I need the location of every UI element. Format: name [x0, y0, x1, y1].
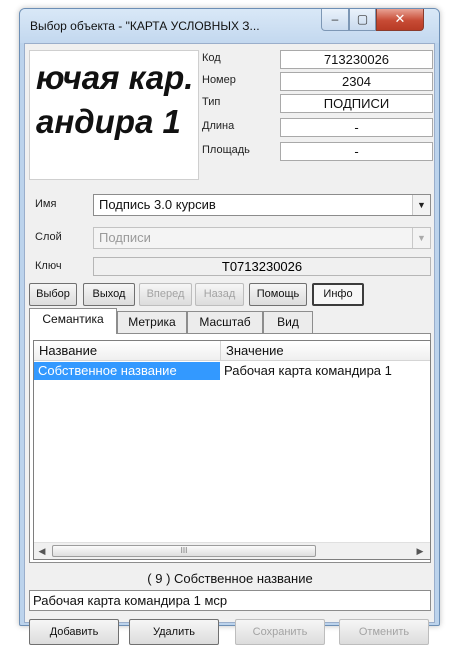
- table-header: Название Значение: [34, 341, 430, 361]
- tab-metrics[interactable]: Метрика: [117, 311, 187, 334]
- length-value: -: [280, 118, 433, 137]
- row-value-cell[interactable]: Рабочая карта командира 1: [224, 362, 392, 380]
- close-button[interactable]: ✕: [376, 9, 424, 31]
- scroll-left-icon[interactable]: ◀: [36, 545, 48, 557]
- exit-button[interactable]: Выход: [83, 283, 135, 306]
- length-label: Длина: [202, 120, 235, 132]
- key-label: Ключ: [35, 260, 62, 272]
- dropdown-arrow-icon[interactable]: ▼: [412, 228, 430, 248]
- save-button[interactable]: Сохранить: [235, 619, 325, 645]
- name-combobox[interactable]: Подпись 3.0 курсив ▼: [93, 194, 431, 216]
- layer-combobox[interactable]: Подписи ▼: [93, 227, 431, 249]
- dropdown-arrow-icon[interactable]: ▼: [412, 195, 430, 215]
- scrollbar-thumb[interactable]: III: [52, 545, 316, 557]
- row-name-cell[interactable]: Собственное название: [34, 362, 220, 380]
- area-label: Площадь: [202, 144, 250, 156]
- title-bar[interactable]: Выбор объекта - "КАРТА УСЛОВНЫХ З... – ▢…: [20, 9, 439, 43]
- back-button[interactable]: Назад: [195, 283, 244, 306]
- dialog-client-area: ючая кар. андира 1 Код 713230026 Номер 2…: [24, 43, 435, 645]
- forward-button[interactable]: Вперед: [139, 283, 192, 306]
- selected-attribute-caption: ( 9 ) Собственное название: [147, 571, 313, 586]
- minimize-button[interactable]: –: [321, 9, 349, 31]
- table-row[interactable]: Собственное название Рабочая карта коман…: [34, 362, 430, 380]
- preview-line-1: ючая кар.: [36, 59, 194, 96]
- horizontal-scrollbar[interactable]: ◀ III ▶: [34, 542, 430, 559]
- type-label: Тип: [202, 96, 221, 108]
- info-button[interactable]: Инфо: [312, 283, 364, 306]
- key-value: T0713230026: [93, 257, 431, 276]
- name-combobox-value: Подпись 3.0 курсив: [99, 197, 216, 212]
- number-value: 2304: [280, 72, 433, 91]
- code-value: 713230026: [280, 50, 433, 69]
- layer-combobox-value: Подписи: [99, 230, 151, 245]
- column-header-name[interactable]: Название: [34, 341, 221, 361]
- layer-label: Слой: [35, 231, 62, 243]
- number-label: Номер: [202, 74, 236, 86]
- attribute-value-input[interactable]: Рабочая карта командира 1 мср: [29, 590, 431, 611]
- window-title: Выбор объекта - "КАРТА УСЛОВНЫХ З...: [30, 19, 260, 33]
- cancel-button[interactable]: Отменить: [339, 619, 429, 645]
- object-preview: ючая кар. андира 1: [29, 50, 199, 180]
- type-value: ПОДПИСИ: [280, 94, 433, 113]
- semantics-table[interactable]: Название Значение Собственное название Р…: [33, 340, 431, 560]
- add-button[interactable]: Добавить: [29, 619, 119, 645]
- tab-scale[interactable]: Масштаб: [187, 311, 263, 334]
- dialog-window: Выбор объекта - "КАРТА УСЛОВНЫХ З... – ▢…: [19, 8, 440, 645]
- preview-line-2: андира 1: [36, 103, 181, 140]
- tab-view[interactable]: Вид: [263, 311, 313, 334]
- area-value: -: [280, 142, 433, 161]
- name-label: Имя: [35, 198, 57, 210]
- delete-button[interactable]: Удалить: [129, 619, 219, 645]
- select-button[interactable]: Выбор: [29, 283, 77, 306]
- maximize-button[interactable]: ▢: [349, 9, 376, 31]
- column-header-value[interactable]: Значение: [221, 341, 430, 361]
- tab-semantics[interactable]: Семантика: [29, 308, 117, 334]
- help-button[interactable]: Помощь: [249, 283, 307, 306]
- code-label: Код: [202, 52, 221, 64]
- scroll-right-icon[interactable]: ▶: [414, 545, 426, 557]
